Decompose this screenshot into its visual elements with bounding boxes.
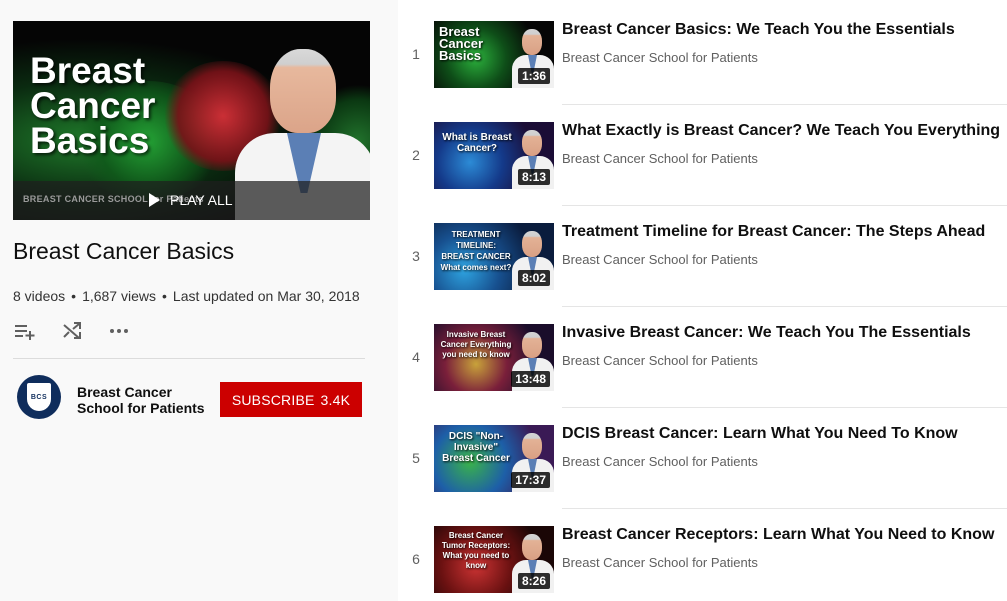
- list-item[interactable]: 4 Invasive Breast Cancer Everything you …: [398, 303, 1007, 408]
- video-index: 6: [412, 551, 420, 567]
- channel-owner: BCS Breast Cancer School for Patients SU…: [17, 372, 367, 424]
- video-duration: 8:26: [517, 573, 550, 589]
- play-all-label: PLAY ALL: [170, 192, 233, 208]
- list-item[interactable]: 3 TREATMENT TIMELINE: BREAST CANCER What…: [398, 202, 1007, 307]
- video-channel[interactable]: Breast Cancer School for Patients: [562, 454, 758, 469]
- separator: •: [71, 288, 77, 304]
- video-channel[interactable]: Breast Cancer School for Patients: [562, 252, 758, 267]
- playlist-sidebar: Breast Cancer Basics BREAST CANCER SCHOO…: [0, 0, 398, 601]
- video-index: 5: [412, 450, 420, 466]
- hero-title-text: Breast Cancer Basics: [30, 50, 156, 161]
- video-thumbnail[interactable]: Breast Cancer Tumor Receptors: What you …: [434, 526, 554, 593]
- playlist-title[interactable]: Breast Cancer Basics: [13, 238, 234, 265]
- more-options-icon[interactable]: [107, 320, 131, 342]
- subscribe-button[interactable]: SUBSCRIBE 3.4K: [220, 382, 362, 417]
- video-channel[interactable]: Breast Cancer School for Patients: [562, 151, 758, 166]
- video-index: 3: [412, 248, 420, 264]
- video-title[interactable]: Invasive Breast Cancer: We Teach You The…: [562, 324, 1007, 342]
- play-all-button[interactable]: PLAY ALL: [149, 192, 233, 208]
- subscribe-label: SUBSCRIBE: [231, 391, 315, 408]
- video-title[interactable]: Breast Cancer Basics: We Teach You the E…: [562, 21, 1007, 39]
- add-to-queue-icon[interactable]: [13, 320, 37, 342]
- video-index: 2: [412, 147, 420, 163]
- view-count: 1,687 views: [82, 288, 156, 304]
- shield-icon: BCS: [27, 383, 51, 411]
- playlist-actions: [13, 320, 131, 342]
- video-thumbnail[interactable]: Breast Cancer Basics 1:36: [434, 21, 554, 88]
- last-updated: Last updated on Mar 30, 2018: [172, 288, 360, 304]
- video-duration: 8:13: [517, 169, 550, 185]
- list-item[interactable]: 6 Breast Cancer Tumor Receptors: What yo…: [398, 505, 1007, 601]
- thumbnail-text: Breast Cancer Basics: [439, 24, 484, 63]
- playlist-hero-thumbnail[interactable]: Breast Cancer Basics BREAST CANCER SCHOO…: [13, 21, 370, 220]
- video-title[interactable]: Treatment Timeline for Breast Cancer: Th…: [562, 223, 1007, 241]
- video-duration: 8:02: [517, 270, 550, 286]
- video-thumbnail[interactable]: Invasive Breast Cancer Everything you ne…: [434, 324, 554, 391]
- play-icon: [149, 193, 160, 207]
- channel-name[interactable]: Breast Cancer School for Patients: [77, 384, 217, 416]
- video-channel[interactable]: Breast Cancer School for Patients: [562, 353, 758, 368]
- separator: •: [162, 288, 167, 304]
- video-thumbnail[interactable]: DCIS "Non-Invasive" Breast Cancer 17:37: [434, 425, 554, 492]
- video-thumbnail[interactable]: TREATMENT TIMELINE: BREAST CANCER What c…: [434, 223, 554, 290]
- subscriber-count: 3.4K: [320, 391, 351, 408]
- video-thumbnail[interactable]: What is Breast Cancer? 8:13: [434, 122, 554, 189]
- playlist-video-list: 1 Breast Cancer Basics 1:36 Breast Cance…: [398, 0, 1007, 601]
- list-item[interactable]: 5 DCIS "Non-Invasive" Breast Cancer 17:3…: [398, 404, 1007, 509]
- channel-avatar[interactable]: BCS: [17, 375, 61, 419]
- thumbnail-text: TREATMENT TIMELINE: BREAST CANCER What c…: [440, 230, 512, 272]
- list-item[interactable]: 2 What is Breast Cancer? 8:13 What Exact…: [398, 101, 1007, 206]
- video-duration: 17:37: [511, 472, 550, 488]
- video-duration: 1:36: [517, 68, 550, 84]
- shuffle-icon[interactable]: [60, 320, 84, 342]
- playlist-stats: 8 videos • 1,687 views • Last updated on…: [13, 288, 360, 304]
- video-title[interactable]: Breast Cancer Receptors: Learn What You …: [562, 526, 1007, 544]
- thumbnail-text: Breast Cancer Tumor Receptors: What you …: [441, 531, 511, 570]
- video-title[interactable]: What Exactly is Breast Cancer? We Teach …: [562, 122, 1007, 140]
- thumbnail-text: What is Breast Cancer?: [442, 132, 512, 154]
- video-duration: 13:48: [511, 371, 550, 387]
- video-index: 4: [412, 349, 420, 365]
- list-item[interactable]: 1 Breast Cancer Basics 1:36 Breast Cance…: [398, 0, 1007, 105]
- video-title[interactable]: DCIS Breast Cancer: Learn What You Need …: [562, 425, 1007, 443]
- thumbnail-text: DCIS "Non-Invasive" Breast Cancer: [442, 431, 510, 464]
- play-all-overlay[interactable]: BREAST CANCER SCHOOL for Patients PLAY A…: [13, 181, 370, 220]
- thumbnail-text: Invasive Breast Cancer Everything you ne…: [440, 330, 512, 359]
- video-index: 1: [412, 46, 420, 62]
- video-channel[interactable]: Breast Cancer School for Patients: [562, 50, 758, 65]
- video-count: 8 videos: [13, 288, 66, 304]
- divider: [13, 358, 365, 359]
- video-channel[interactable]: Breast Cancer School for Patients: [562, 555, 758, 570]
